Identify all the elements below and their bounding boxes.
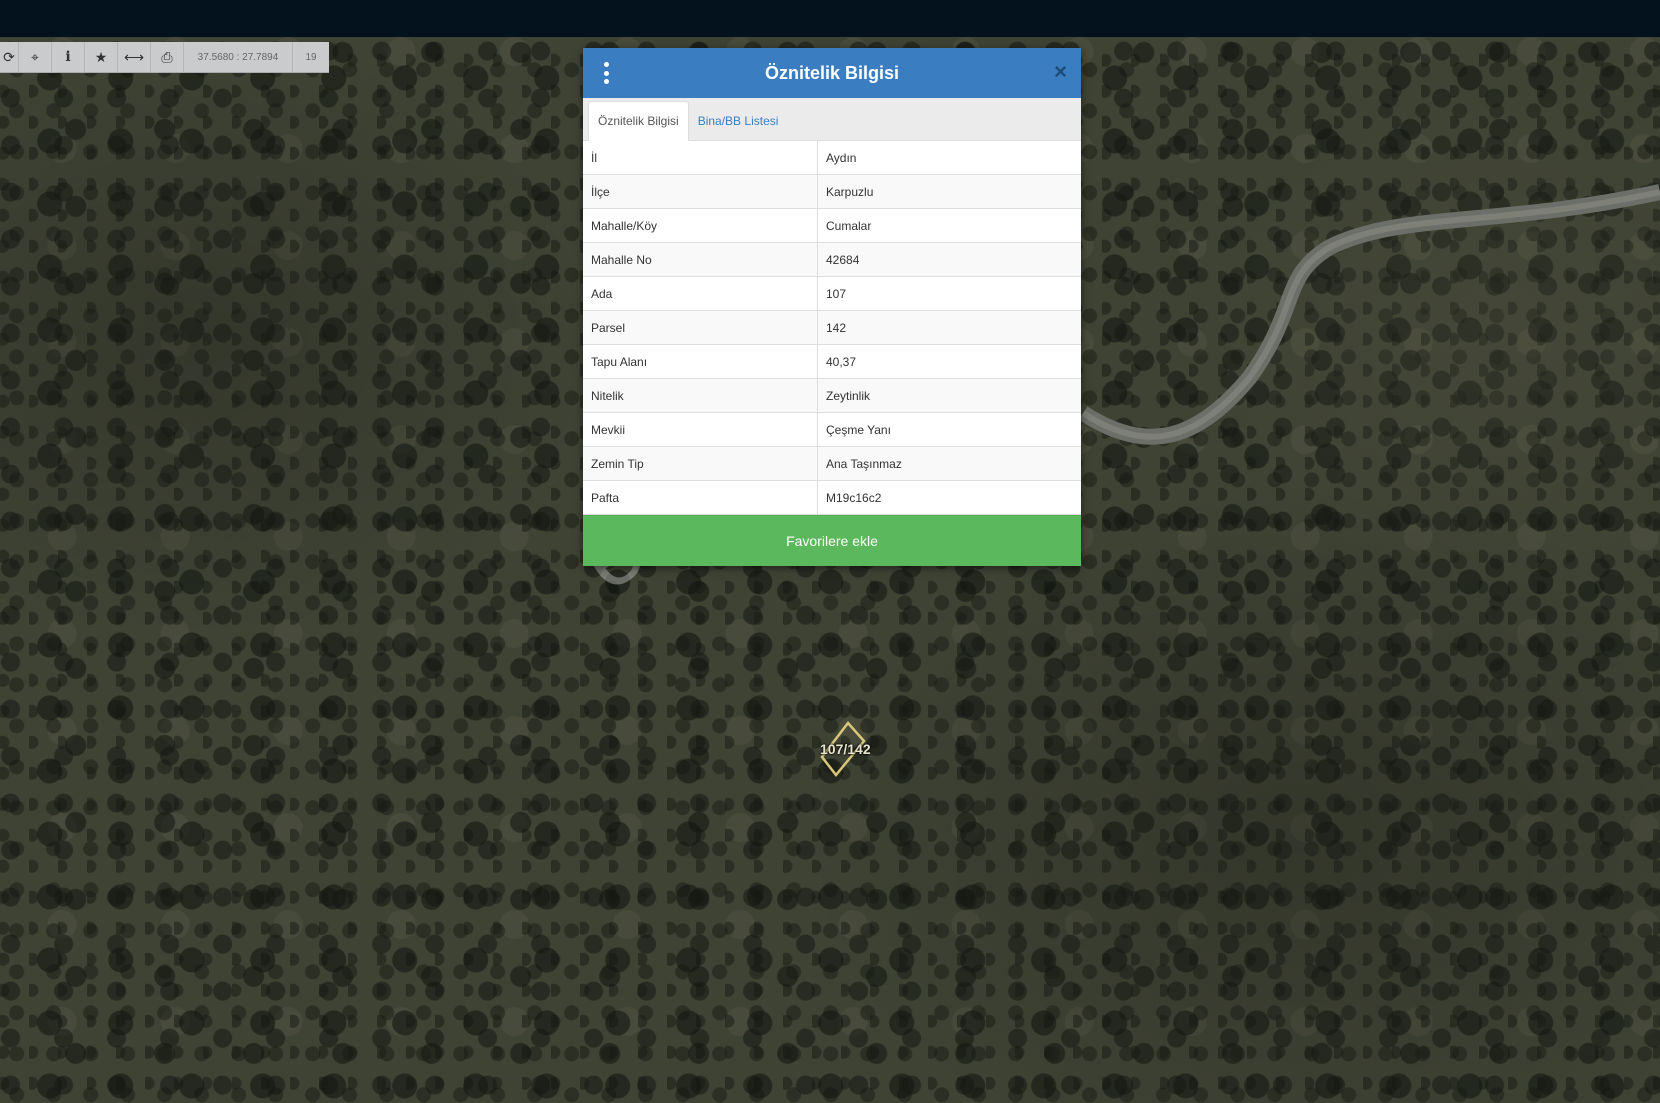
info-icon[interactable]: i (52, 42, 85, 72)
zoom-level: 19 (305, 51, 317, 63)
print-icon[interactable]: ⎙ (151, 42, 184, 72)
attribute-key: Mahalle/Köy (583, 208, 818, 243)
attribute-key: İl (583, 141, 818, 175)
top-bar (0, 0, 1660, 37)
table-row: Mahalle/Köy Cumalar (583, 208, 1081, 243)
table-row: Ada 107 (583, 276, 1081, 311)
attribute-value: 107 (817, 276, 1081, 311)
coordinate-readout: 37.5680 : 27.7894 (184, 42, 293, 72)
attribute-key: Mevkii (583, 412, 818, 447)
dialog-tabs: Öznitelik Bilgisi Bina/BB Listesi (583, 98, 1081, 141)
measure-icon[interactable]: ⟷ (118, 42, 151, 72)
more-vertical-icon[interactable] (603, 62, 609, 84)
attribute-value: Ana Taşınmaz (817, 446, 1081, 481)
tab-building-list[interactable]: Bina/BB Listesi (689, 102, 788, 140)
attribute-key: İlçe (583, 174, 818, 209)
attribute-value: 40,37 (817, 344, 1081, 379)
attribute-key: Tapu Alanı (583, 344, 818, 379)
attribute-dialog: Öznitelik Bilgisi × Öznitelik Bilgisi Bi… (583, 48, 1081, 566)
attribute-key: Pafta (583, 480, 818, 515)
parcel-label: 107/142 (820, 741, 871, 757)
attribute-value: Zeytinlik (817, 378, 1081, 413)
table-row: Pafta M19c16c2 (583, 480, 1081, 515)
tab-attribute-info[interactable]: Öznitelik Bilgisi (588, 101, 689, 141)
attribute-key: Nitelik (583, 378, 818, 413)
table-row: Mevkii Çeşme Yanı (583, 412, 1081, 447)
table-row: Zemin Tip Ana Taşınmaz (583, 446, 1081, 481)
map-toolbar: ⟳ ⌖ i ★ ⟷ ⎙ 37.5680 : 27.7894 19 (0, 42, 329, 73)
attribute-key: Parsel (583, 310, 818, 345)
close-icon[interactable]: × (1054, 60, 1067, 84)
attribute-value: M19c16c2 (817, 480, 1081, 515)
dialog-header: Öznitelik Bilgisi × (583, 48, 1081, 98)
table-row: Nitelik Zeytinlik (583, 378, 1081, 413)
attribute-key: Ada (583, 276, 818, 311)
attribute-table: İl Aydın İlçe Karpuzlu Mahalle/Köy Cumalar Mah… (583, 141, 1081, 515)
table-row: Mahalle No 42684 (583, 242, 1081, 277)
crosshair-icon[interactable]: ⌖ (19, 42, 52, 72)
attribute-key: Zemin Tip (583, 446, 818, 481)
table-row: İl Aydın (583, 141, 1081, 175)
add-to-favorites-button[interactable]: Favorilere ekle (583, 515, 1081, 566)
attribute-key: Mahalle No (583, 242, 818, 277)
attribute-value: Çeşme Yanı (817, 412, 1081, 447)
table-row: Tapu Alanı 40,37 (583, 344, 1081, 379)
table-row: İlçe Karpuzlu (583, 174, 1081, 209)
star-icon[interactable]: ★ (85, 42, 118, 72)
dialog-title: Öznitelik Bilgisi (764, 62, 900, 83)
attribute-value: 42684 (817, 242, 1081, 277)
attribute-value: 142 (817, 310, 1081, 345)
attribute-value: Cumalar (817, 208, 1081, 243)
refresh-icon[interactable]: ⟳ (0, 42, 19, 72)
table-row: Parsel 142 (583, 310, 1081, 345)
attribute-value: Karpuzlu (817, 174, 1081, 209)
attribute-value: Aydın (817, 141, 1081, 175)
